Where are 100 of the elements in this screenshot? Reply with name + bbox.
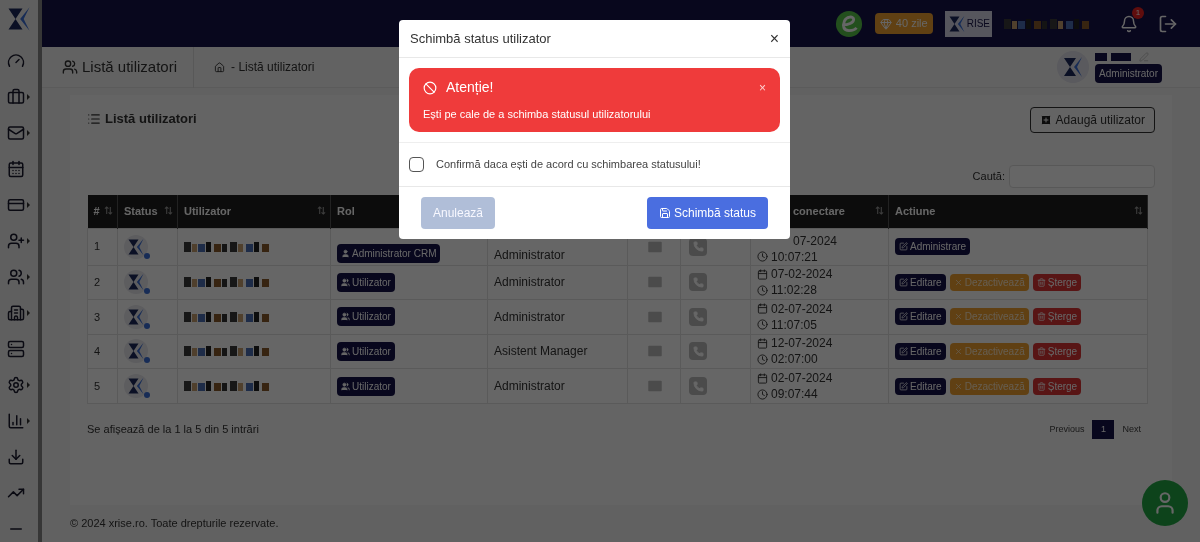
edit-icon: [899, 312, 908, 322]
download-icon[interactable]: [7, 448, 25, 466]
handset-icon: [692, 380, 704, 392]
row-number: 3: [94, 310, 101, 323]
delete-button[interactable]: Șterge: [1032, 308, 1082, 326]
page-title: Listă utilizatori: [82, 46, 195, 88]
row-number: 4: [94, 345, 101, 358]
save-icon: [658, 206, 671, 219]
alert-close-button[interactable]: ×: [759, 78, 766, 97]
role-badge: Utilizator: [337, 272, 395, 292]
role-text: Administrator: [494, 379, 565, 394]
confirm-label: Confirmă daca ești de acord cu schimbarea statusului!: [436, 156, 701, 172]
login-date: 12-07-2024: [771, 335, 833, 352]
role-text: Administrator: [494, 275, 565, 290]
delete-button[interactable]: Șterge: [1032, 273, 1082, 291]
support-chat-button[interactable]: [1142, 480, 1188, 526]
users-icon[interactable]: [7, 268, 25, 286]
role-badge: Administrator CRM: [337, 243, 441, 263]
login-time: 10:07:21: [771, 248, 818, 265]
clock-icon: [757, 319, 768, 331]
pagination-button[interactable]: 1: [1092, 419, 1115, 439]
change-status-button[interactable]: Schimbă status: [646, 196, 768, 229]
delete-button[interactable]: Șterge: [1032, 343, 1082, 360]
calendar-icon[interactable]: [7, 160, 25, 178]
user-icon: [341, 248, 350, 258]
users-icon: [341, 277, 350, 287]
edit-button[interactable]: Editare: [895, 343, 946, 360]
card-title: Listă utilizatori: [105, 110, 197, 128]
edit-icon: [899, 277, 908, 287]
login-time: 11:07:05: [771, 316, 817, 333]
pagination-button[interactable]: Next: [1122, 422, 1141, 437]
table-info: Se afișează de la 1 la 5 din 5 intrări: [87, 422, 259, 438]
login-date: 07-02-2024: [771, 266, 833, 283]
edit-icon: [899, 242, 908, 251]
sort-icon[interactable]: [164, 206, 173, 215]
briefcase-icon[interactable]: [7, 88, 25, 106]
clock-icon: [757, 388, 768, 400]
login-time: 09:07:44: [771, 386, 818, 403]
login-time: 11:02:28: [771, 282, 817, 299]
mail-icon[interactable]: [7, 124, 25, 142]
column-header[interactable]: #: [93, 205, 100, 217]
sort-icon[interactable]: [104, 206, 113, 215]
close-button[interactable]: ×: [769, 26, 779, 51]
list-icon: [87, 111, 101, 126]
x-icon: [953, 381, 963, 391]
login-time: 02:07:00: [771, 351, 818, 368]
role-text: Asistent Manager: [494, 344, 588, 359]
home-icon[interactable]: [214, 61, 226, 73]
pagination-button[interactable]: Previous: [1049, 422, 1085, 437]
trash-icon: [1036, 347, 1046, 356]
bell-icon[interactable]: [1120, 14, 1138, 33]
sort-icon[interactable]: [1134, 206, 1143, 215]
server-icon[interactable]: [7, 340, 25, 358]
row-number: 2: [94, 276, 101, 289]
column-header[interactable]: Utilizator: [184, 205, 232, 217]
handset-icon: [692, 311, 704, 323]
handset-icon: [692, 346, 704, 357]
login-date: 02-07-2024: [771, 300, 833, 317]
gem-icon: [879, 17, 892, 30]
edit-button[interactable]: Editare: [895, 273, 946, 291]
clock-icon: [757, 354, 768, 365]
column-header[interactable]: Rol: [337, 205, 355, 217]
building-icon[interactable]: [7, 304, 25, 322]
gauge-icon[interactable]: [7, 52, 25, 70]
edit-button[interactable]: Editare: [895, 308, 946, 326]
edit-button[interactable]: Editare: [895, 377, 946, 395]
users-icon: [341, 312, 350, 322]
role-text: Administrator: [494, 247, 565, 262]
admin-button[interactable]: Administrare: [895, 238, 971, 255]
handset-icon: [692, 276, 704, 288]
card-icon[interactable]: [7, 196, 25, 214]
delete-button[interactable]: Șterge: [1032, 377, 1082, 395]
e-logo-icon[interactable]: [834, 9, 863, 38]
breadcrumb[interactable]: - Listă utilizatori: [231, 58, 315, 76]
column-header[interactable]: Status: [124, 205, 158, 217]
calendar-icon: [757, 268, 768, 280]
plus-icon: [1039, 114, 1052, 126]
gear-icon[interactable]: [7, 376, 25, 394]
search-label: Caută:: [972, 169, 1005, 185]
column-header[interactable]: Actiune: [895, 205, 936, 217]
handset-icon: [692, 241, 704, 252]
logout-icon[interactable]: [1158, 13, 1178, 34]
login-date: 07-2024: [793, 233, 838, 248]
confirm-checkbox[interactable]: [409, 156, 424, 172]
login-date: 02-07-2024: [771, 370, 833, 387]
edit-icon: [899, 381, 908, 391]
brand-logo: RISE: [944, 10, 992, 37]
calendar-icon: [757, 338, 768, 349]
x-icon: [953, 277, 963, 287]
role-text: Administrator: [494, 309, 565, 324]
add-user-button[interactable]: Adaugă utilizator: [1029, 107, 1155, 133]
ban-icon: [423, 80, 437, 95]
x-icon: [953, 347, 963, 356]
alert-title: Atenție!: [446, 78, 494, 97]
role-badge: Utilizator: [337, 342, 395, 361]
user-plus-icon[interactable]: [7, 232, 25, 250]
bar-chart-icon[interactable]: [7, 412, 25, 430]
role-badge: Administrator: [1095, 63, 1162, 83]
sort-icon[interactable]: [875, 206, 884, 215]
sort-icon[interactable]: [317, 206, 326, 215]
